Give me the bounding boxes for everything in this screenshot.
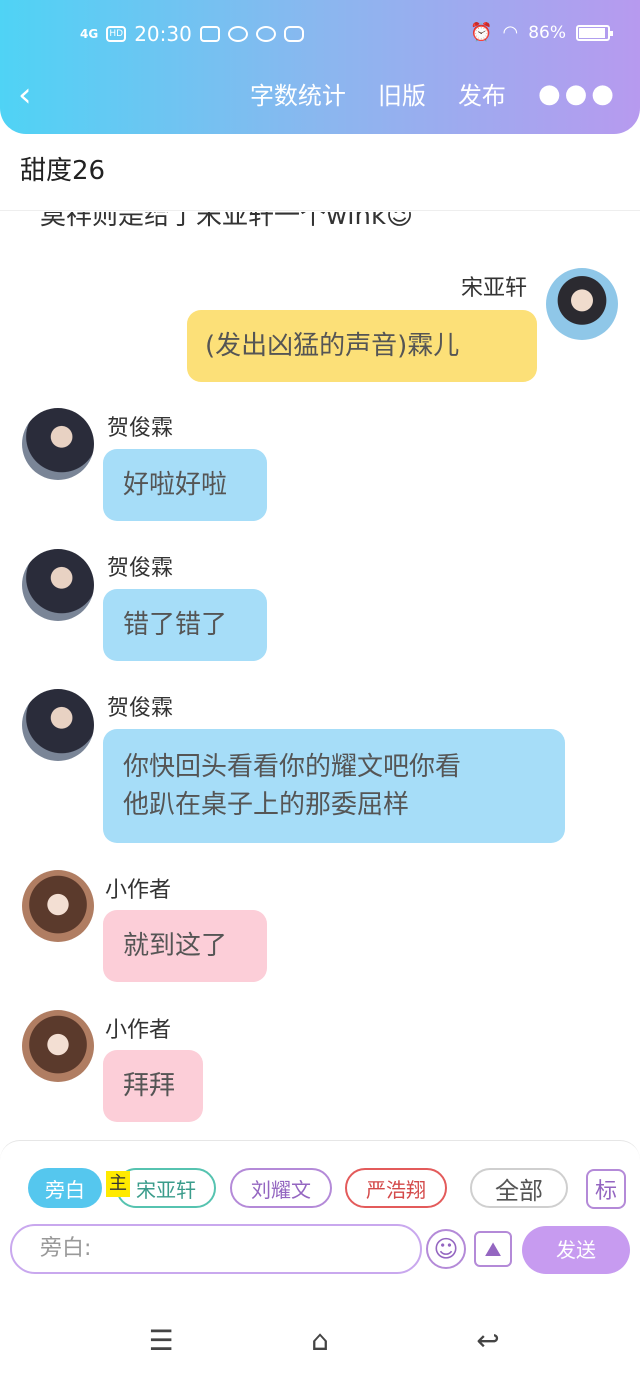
message-bubble[interactable]: 就到这了 bbox=[103, 910, 267, 982]
sender-name: 贺俊霖 bbox=[107, 696, 174, 721]
role-chip-all[interactable]: 全部 bbox=[470, 1168, 568, 1208]
host-tag: 主 bbox=[106, 1171, 130, 1197]
signal-label: 4G bbox=[80, 27, 99, 41]
battery-fill bbox=[579, 27, 605, 38]
message-bubble[interactable]: 错了错了 bbox=[103, 589, 267, 661]
app-notification-icon bbox=[283, 26, 304, 42]
role-chip-narrator[interactable]: 旁白 bbox=[28, 1168, 102, 1208]
role-chip-yan-haoxiang[interactable]: 严浩翔 bbox=[345, 1168, 447, 1208]
more-icon[interactable]: ●●● bbox=[538, 79, 618, 109]
role-chip-liu-yaowen[interactable]: 刘耀文 bbox=[230, 1168, 332, 1208]
avatar[interactable] bbox=[546, 268, 618, 340]
publish-button[interactable]: 发布 bbox=[458, 76, 506, 111]
message-bubble[interactable]: 你快回头看看你的耀文吧你看 他趴在桌子上的那委屈样 bbox=[103, 729, 565, 843]
message-icon bbox=[199, 26, 220, 42]
sender-name: 小作者 bbox=[105, 1018, 172, 1043]
message-bubble[interactable]: 好啦好啦 bbox=[103, 449, 267, 521]
message-bubble[interactable]: 拜拜 bbox=[103, 1050, 203, 1122]
battery-percent: 86% bbox=[528, 22, 566, 43]
clock: 20:30 bbox=[134, 22, 192, 46]
sender-name: 贺俊霖 bbox=[107, 556, 174, 581]
system-back-icon[interactable]: ↩ bbox=[468, 1326, 508, 1356]
system-nav-bar: ☰ ⌂ ↩ bbox=[0, 1290, 640, 1387]
alarm-icon: ⏰ bbox=[470, 22, 493, 43]
message-bubble[interactable]: (发出凶猛的声音)霖儿 bbox=[187, 310, 537, 382]
avatar[interactable] bbox=[22, 408, 94, 480]
message-input[interactable]: 旁白: bbox=[10, 1224, 422, 1274]
avatar[interactable] bbox=[22, 870, 94, 942]
message-line: 他趴在桌子上的那委屈样 bbox=[123, 790, 410, 820]
avatar[interactable] bbox=[22, 549, 94, 621]
app-header: 4G HD 20:30 ⏰ ◠ 86% ‹ 字数统计 旧版 发布 ●●● bbox=[0, 0, 640, 134]
doc-title[interactable]: 甜度26 bbox=[20, 150, 105, 187]
title-divider bbox=[0, 210, 640, 211]
status-bar: 4G HD 20:30 ⏰ ◠ 86% bbox=[0, 18, 640, 52]
avatar[interactable] bbox=[22, 689, 94, 761]
wifi-icon: ◠ bbox=[502, 22, 519, 43]
old-version-button[interactable]: 旧版 bbox=[378, 76, 426, 111]
sender-name: 宋亚轩 bbox=[461, 276, 528, 301]
wechat-icon bbox=[227, 26, 248, 42]
avatar[interactable] bbox=[22, 1010, 94, 1082]
battery-icon bbox=[576, 24, 613, 41]
image-icon[interactable]: ⛰ bbox=[474, 1231, 512, 1267]
emoji-icon[interactable]: ☺ bbox=[426, 1229, 466, 1269]
partial-text-line: 莫祥则是给了宋亚轩一个wink😉 bbox=[40, 201, 414, 231]
menu-icon[interactable]: ☰ bbox=[141, 1326, 181, 1356]
send-button[interactable]: 发送 bbox=[522, 1226, 630, 1274]
back-icon[interactable]: ‹ bbox=[18, 78, 48, 112]
message-line: 你快回头看看你的耀文吧你看 bbox=[123, 752, 462, 782]
hd-icon: HD bbox=[106, 26, 127, 42]
sender-name: 小作者 bbox=[105, 878, 172, 903]
home-icon[interactable]: ⌂ bbox=[300, 1326, 340, 1356]
role-chip-song-yaxuan[interactable]: 宋亚轩 bbox=[116, 1168, 216, 1208]
nav-bar: ‹ 字数统计 旧版 发布 ●●● bbox=[0, 70, 640, 120]
word-count-button[interactable]: 字数统计 bbox=[250, 76, 346, 111]
mark-button[interactable]: 标 bbox=[586, 1169, 626, 1209]
qq-icon bbox=[255, 26, 276, 42]
sender-name: 贺俊霖 bbox=[107, 416, 174, 441]
